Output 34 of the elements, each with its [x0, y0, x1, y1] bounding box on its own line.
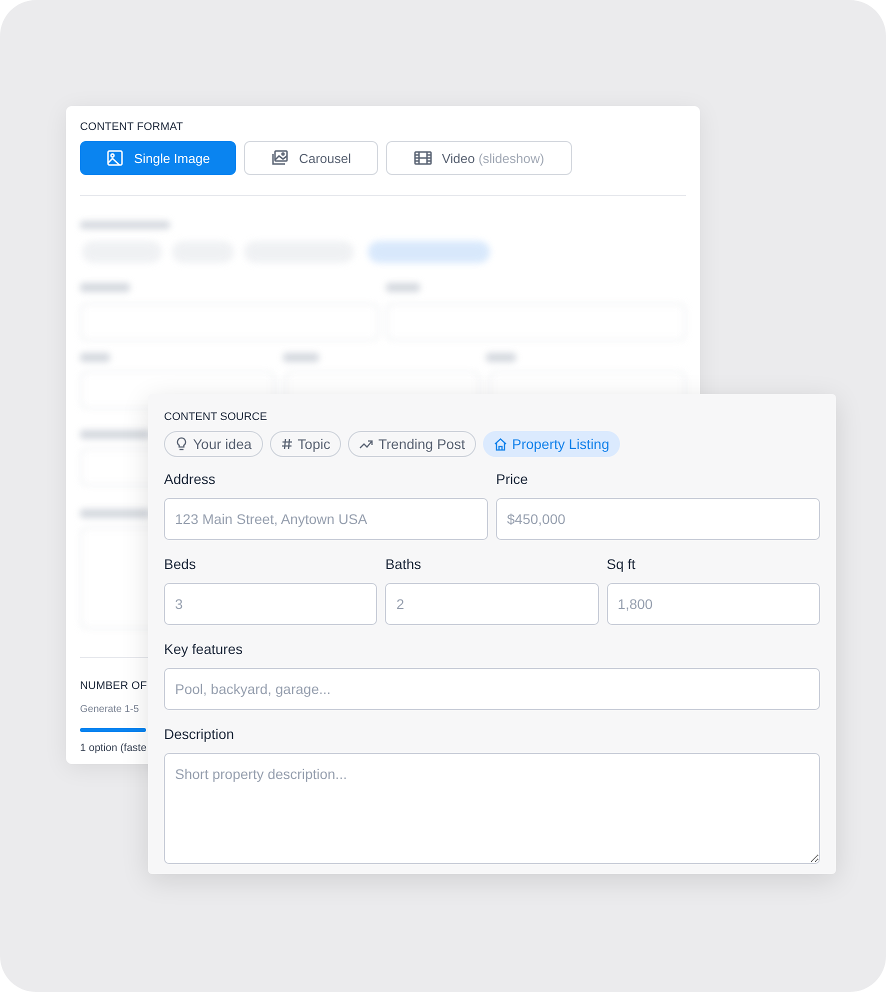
format-option[interactable]: Carousel [244, 141, 378, 175]
field-label: Sq ft [606, 556, 636, 572]
source-chip[interactable]: Topic [270, 431, 342, 457]
textarea-field[interactable]: Short property description... [164, 753, 820, 864]
section-label: NUMBER OF [80, 680, 147, 692]
image-icon [106, 149, 124, 167]
film-icon [414, 150, 432, 166]
source-chip[interactable]: Trending Post [348, 431, 476, 457]
format-option[interactable]: Video (slideshow) [386, 141, 572, 175]
house-icon [494, 438, 507, 450]
input-field[interactable]: $450,000 [496, 498, 820, 540]
format-option[interactable]: Single Image [80, 141, 236, 175]
section-label: CONTENT SOURCE [164, 411, 268, 423]
field-label: Price [496, 471, 529, 487]
hashtag-icon [280, 438, 293, 450]
field-label: Baths [385, 556, 422, 572]
field-label: Beds [164, 556, 197, 572]
slider-fill[interactable] [80, 728, 146, 732]
input-field[interactable]: 123 Main Street, Anytown USA [164, 498, 488, 540]
field-label: Address [164, 471, 216, 487]
lightbulb-icon [175, 437, 188, 451]
input-field[interactable]: 2 [385, 583, 599, 625]
field-label: Key features [164, 641, 244, 657]
input-field[interactable]: 1,800 [606, 583, 820, 625]
input-field[interactable]: 3 [164, 583, 378, 625]
input-field[interactable]: Pool, backyard, garage... [164, 668, 820, 710]
field-label: Description [164, 726, 236, 742]
section-label: CONTENT FORMAT [80, 121, 184, 133]
trend-up-icon [359, 439, 374, 449]
slider-caption: 1 option (faste [80, 742, 147, 754]
source-chip[interactable]: Property Listing [482, 431, 620, 457]
source-chip[interactable]: Your idea [164, 431, 263, 457]
hint-text: Generate 1-5 [80, 704, 139, 715]
images-icon [270, 149, 289, 167]
